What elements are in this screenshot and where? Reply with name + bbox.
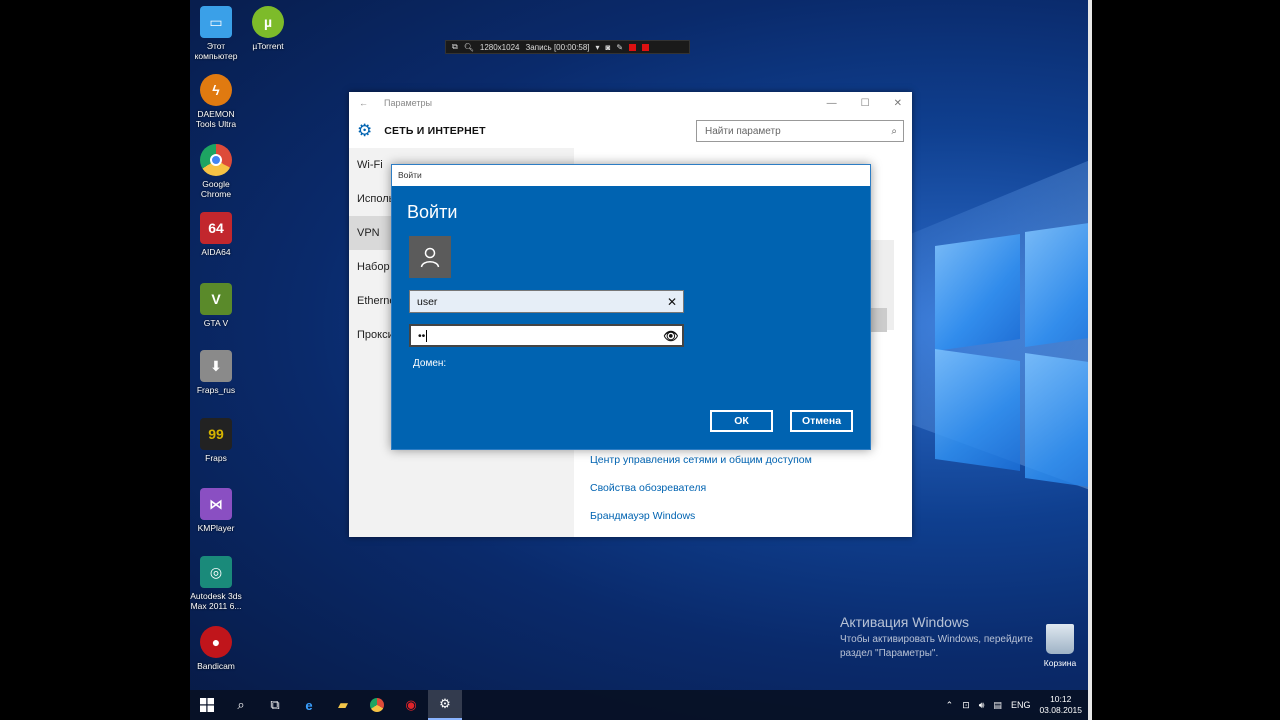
desktop-icon-bandicam[interactable]: ● Bandicam	[190, 626, 244, 671]
stop-icon[interactable]	[629, 43, 637, 51]
volume-icon[interactable]: 🔊︎	[979, 700, 985, 711]
settings-search-input[interactable]: Найти параметр ⌕	[696, 120, 904, 142]
cancel-button[interactable]: Отмена	[790, 410, 853, 432]
activation-heading: Активация Windows	[840, 614, 970, 630]
recycle-bin-label: Корзина	[1043, 658, 1077, 668]
link-internet-options[interactable]: Свойства обозревателя	[590, 482, 706, 494]
reveal-password-eye-icon[interactable]: 👁︎	[660, 329, 682, 343]
activation-line1: Чтобы активировать Windows, перейдите	[840, 634, 1033, 645]
section-title: СЕТЬ И ИНТЕРНЕТ	[384, 125, 486, 137]
settings-gear-icon[interactable]: ⚙	[428, 690, 462, 720]
dialog-heading: Войти	[407, 202, 458, 222]
record-icon[interactable]	[642, 43, 650, 51]
edge-icon[interactable]: e	[292, 690, 326, 720]
recorder-toolbar[interactable]: ⧉ 🔍︎ 1280x1024 Запись [00:00:58] ▾ ◙ ✎	[445, 40, 690, 54]
desktop-icon-3dsmax[interactable]: ◎ Autodesk 3ds Max 2011 6...	[190, 556, 244, 611]
language-indicator[interactable]: ENG	[1011, 700, 1031, 710]
fraps-icon: 99	[200, 418, 232, 450]
recorder-resolution: 1280x1024	[479, 42, 520, 52]
window-icon[interactable]: ⧉	[452, 42, 458, 52]
chrome-icon[interactable]	[360, 690, 394, 720]
desktop-icon-kmplayer[interactable]: ⋈ KMPlayer	[190, 488, 244, 533]
sign-in-dialog: Войти Войти user ✕ •• 👁︎ Домен: ОК Отмен…	[391, 164, 871, 450]
network-icon[interactable]: ⊡	[962, 700, 970, 711]
clock-time: 10:12	[1050, 694, 1072, 704]
gta-icon: V	[200, 283, 232, 315]
password-value: ••	[418, 329, 426, 342]
close-icon[interactable]: ✕	[894, 98, 902, 109]
windows-logo-wallpaper	[935, 217, 1088, 570]
link-network-center[interactable]: Центр управления сетями и общим доступом	[590, 454, 812, 466]
username-field[interactable]: user ✕	[409, 290, 684, 313]
link-firewall[interactable]: Брандмауэр Windows	[590, 510, 695, 522]
aida64-icon: 64	[200, 212, 232, 244]
settings-titlebar: ← Параметры — ☐ ✕	[349, 92, 912, 114]
camera-icon[interactable]: ◙	[606, 43, 611, 52]
ok-button[interactable]: ОК	[710, 410, 773, 432]
desktop-icon-utorrent[interactable]: µ µTorrent	[240, 6, 296, 51]
start-windows-icon[interactable]	[190, 690, 224, 720]
domain-label: Домен:	[413, 358, 447, 369]
dropdown-icon[interactable]: ▾	[596, 43, 600, 52]
taskbar: ⌕ ⧉ e ▰ ◉ ⚙ ⌃ ⊡ 🔊︎ ▤ ENG 10:12 03.08.201…	[190, 690, 1088, 720]
desktop-icon-chrome[interactable]: Google Chrome	[190, 144, 244, 199]
search-placeholder: Найти параметр	[705, 125, 781, 137]
search-icon[interactable]: ⌕	[891, 126, 897, 137]
recorder-status: Запись [00:00:58]	[525, 42, 590, 52]
password-field[interactable]: •• 👁︎	[409, 324, 684, 347]
daemon-tools-icon: ϟ	[200, 74, 232, 106]
activation-watermark: Активация Windows Чтобы активировать Win…	[840, 614, 1033, 661]
letterbox-right	[1088, 0, 1280, 720]
system-tray: ⌃ ⊡ 🔊︎ ▤ ENG 10:12 03.08.2015	[946, 694, 1088, 716]
computer-icon: ▭	[200, 6, 232, 38]
task-view-icon[interactable]: ⧉	[258, 690, 292, 720]
back-arrow-icon[interactable]: ←	[359, 98, 368, 108]
dialog-titlebar: Войти	[392, 165, 870, 186]
bandicam-icon: ●	[200, 626, 232, 658]
avatar	[409, 236, 451, 278]
user-icon	[420, 247, 440, 268]
desktop-screen: ⧉ 🔍︎ 1280x1024 Запись [00:00:58] ▾ ◙ ✎ ▭…	[190, 0, 1088, 720]
3dsmax-icon: ◎	[200, 556, 232, 588]
chrome-icon	[200, 144, 232, 176]
desktop-icon-aida64[interactable]: 64 AIDA64	[190, 212, 244, 257]
notifications-icon[interactable]: ▤	[993, 700, 1002, 711]
username-value: user	[417, 295, 438, 308]
desktop-icon-recycle-bin[interactable]: Корзина	[1036, 624, 1084, 668]
clear-icon[interactable]: ✕	[661, 295, 683, 309]
text-cursor	[426, 329, 428, 342]
search-icon[interactable]: ⌕	[224, 690, 258, 720]
desktop-icon-daemon-tools[interactable]: ϟ DAEMON Tools Ultra	[190, 74, 244, 129]
desktop-icon-gta[interactable]: V GTA V	[190, 283, 244, 328]
download-arrow-icon: ⬇	[200, 350, 232, 382]
minimize-icon[interactable]: —	[827, 98, 837, 109]
clock-date: 03.08.2015	[1039, 705, 1082, 715]
chevron-up-icon[interactable]: ⌃	[946, 700, 954, 711]
settings-window-title: Параметры	[384, 98, 432, 108]
maximize-icon[interactable]: ☐	[861, 98, 870, 109]
activation-line2: раздел "Параметры".	[840, 648, 939, 659]
desktop-icon-fraps[interactable]: 99 Fraps	[190, 418, 244, 463]
desktop-icon-fraps-rus[interactable]: ⬇ Fraps_rus	[190, 350, 244, 395]
clock[interactable]: 10:12 03.08.2015	[1039, 694, 1082, 716]
search-icon[interactable]: 🔍︎	[464, 43, 474, 52]
desktop-icon-this-pc[interactable]: ▭ Этот компьютер	[190, 6, 244, 61]
bandicam-icon[interactable]: ◉	[394, 690, 428, 720]
utorrent-icon: µ	[252, 6, 284, 38]
pen-icon[interactable]: ✎	[616, 43, 623, 52]
file-explorer-icon[interactable]: ▰	[326, 690, 360, 720]
kmplayer-icon: ⋈	[200, 488, 232, 520]
recycle-bin-icon	[1046, 624, 1074, 654]
gear-icon: ⚙	[357, 121, 373, 140]
